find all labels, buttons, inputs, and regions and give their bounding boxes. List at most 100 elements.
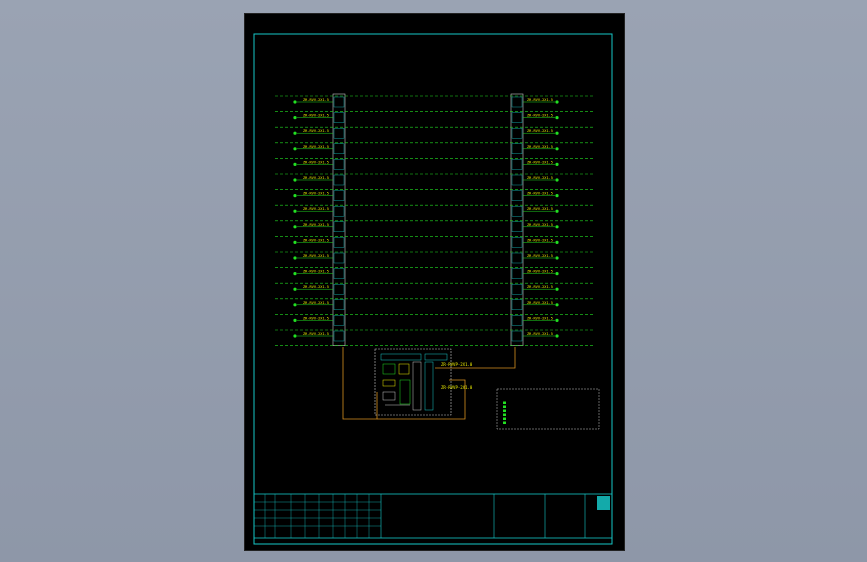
left-cable-label: ZR-RVV-2X1.5 (303, 332, 329, 336)
device-node (555, 100, 559, 104)
right-terminal (511, 127, 523, 139)
left-cable-label: ZR-RVV-2X1.5 (303, 192, 329, 196)
title-block-logo (597, 496, 610, 510)
right-terminal (511, 237, 523, 248)
left-terminal (333, 252, 345, 264)
left-cable-label: ZR-RVV-2X1.5 (303, 270, 329, 274)
legend-swatch (503, 409, 506, 412)
device-node (555, 131, 559, 135)
controller-cabinet (374, 348, 452, 416)
left-terminal (333, 159, 345, 170)
device-node (555, 318, 559, 322)
device-node (293, 131, 297, 135)
legend-swatch (503, 417, 506, 420)
left-cable-label: ZR-RVV-2X1.5 (303, 285, 329, 289)
right-terminal (511, 330, 523, 342)
left-cable-label: ZR-RVV-2X1.5 (303, 254, 329, 258)
legend-swatch (503, 413, 506, 416)
right-terminal (511, 205, 523, 217)
device-node (555, 272, 559, 276)
right-cable-label: ZR-RVV-2X1.5 (527, 254, 553, 258)
legend-items (503, 401, 506, 424)
left-cable-label: ZR-RVV-2X1.5 (303, 238, 329, 242)
device-node (293, 162, 297, 166)
device-node (555, 287, 559, 291)
left-terminal (333, 112, 345, 123)
right-terminal (511, 221, 523, 233)
left-terminal (333, 221, 345, 233)
right-terminal (511, 143, 523, 155)
left-terminal (333, 330, 345, 342)
device-node (555, 162, 559, 166)
device-node (555, 116, 559, 120)
left-cable-label: ZR-RVV-2X1.5 (303, 129, 329, 133)
device-node (293, 225, 297, 229)
right-terminal (511, 252, 523, 264)
device-node (555, 334, 559, 338)
device-node (293, 194, 297, 198)
right-cable-label: ZR-RVV-2X1.5 (527, 332, 553, 336)
right-terminal (511, 315, 523, 326)
right-cable-label: ZR-RVV-2X1.5 (527, 160, 553, 164)
device-node (555, 303, 559, 307)
device-node (555, 178, 559, 182)
right-terminal (511, 96, 523, 108)
right-terminal (511, 112, 523, 123)
left-terminal (333, 315, 345, 326)
right-cable-label: ZR-RVV-2X1.5 (527, 145, 553, 149)
left-terminal (333, 190, 345, 201)
left-cable-label: ZR-RVV-2X1.5 (303, 207, 329, 211)
device-node (293, 318, 297, 322)
left-cable-label: ZR-RVV-2X1.5 (303, 176, 329, 180)
controller-line1-label: ZR-RVVP-2X1.0 (441, 362, 473, 367)
title-block (253, 493, 613, 539)
right-terminal (511, 174, 523, 186)
controller-line2-label: ZR-RVVP-2X1.0 (441, 385, 473, 390)
device-node (293, 209, 297, 213)
left-cable-label: ZR-RVV-2X1.5 (303, 98, 329, 102)
right-terminal (511, 159, 523, 170)
device-node (293, 178, 297, 182)
left-terminal (333, 268, 345, 279)
legend-swatch (503, 401, 506, 404)
left-terminal (333, 127, 345, 139)
right-cable-label: ZR-RVV-2X1.5 (527, 285, 553, 289)
wiring-diagram: ZR-RVV-2X1.5 ZR-RVV-2X1.5 ZR-RVV-2X1.5 ZR-R… (253, 33, 613, 545)
left-cable-label: ZR-RVV-2X1.5 (303, 160, 329, 164)
device-node (555, 147, 559, 151)
right-cable-label: ZR-RVV-2X1.5 (527, 129, 553, 133)
left-cable-label: ZR-RVV-2X1.5 (303, 145, 329, 149)
title-block-grid (254, 494, 381, 538)
left-cable-label: ZR-RVV-2X1.5 (303, 301, 329, 305)
left-cable-label: ZR-RVV-2X1.5 (303, 316, 329, 320)
right-cable-label: ZR-RVV-2X1.5 (527, 114, 553, 118)
device-node (293, 116, 297, 120)
terminal-rows: ZR-RVV-2X1.5 ZR-RVV-2X1.5 ZR-RVV-2X1.5 ZR-R… (275, 93, 595, 346)
device-node (555, 209, 559, 213)
right-cable-label: ZR-RVV-2X1.5 (527, 316, 553, 320)
left-terminal (333, 174, 345, 186)
right-terminal (511, 190, 523, 201)
device-node (293, 287, 297, 291)
device-node (555, 256, 559, 260)
left-terminal (333, 143, 345, 155)
cable-left (342, 347, 378, 420)
right-terminal (511, 268, 523, 279)
device-node (555, 194, 559, 198)
right-terminal (511, 299, 523, 310)
right-terminal (511, 284, 523, 295)
device-node (293, 240, 297, 244)
right-cable-label: ZR-RVV-2X1.5 (527, 98, 553, 102)
device-node (293, 100, 297, 104)
right-cable-label: ZR-RVV-2X1.5 (527, 176, 553, 180)
device-node (293, 272, 297, 276)
legend-swatch (503, 405, 506, 408)
left-terminal (333, 237, 345, 248)
left-cable-label: ZR-RVV-2X1.5 (303, 223, 329, 227)
right-cable-label: ZR-RVV-2X1.5 (527, 270, 553, 274)
right-cable-label: ZR-RVV-2X1.5 (527, 223, 553, 227)
left-terminal (333, 96, 345, 108)
right-cable-label: ZR-RVV-2X1.5 (527, 192, 553, 196)
device-node (555, 225, 559, 229)
left-terminal (333, 299, 345, 310)
